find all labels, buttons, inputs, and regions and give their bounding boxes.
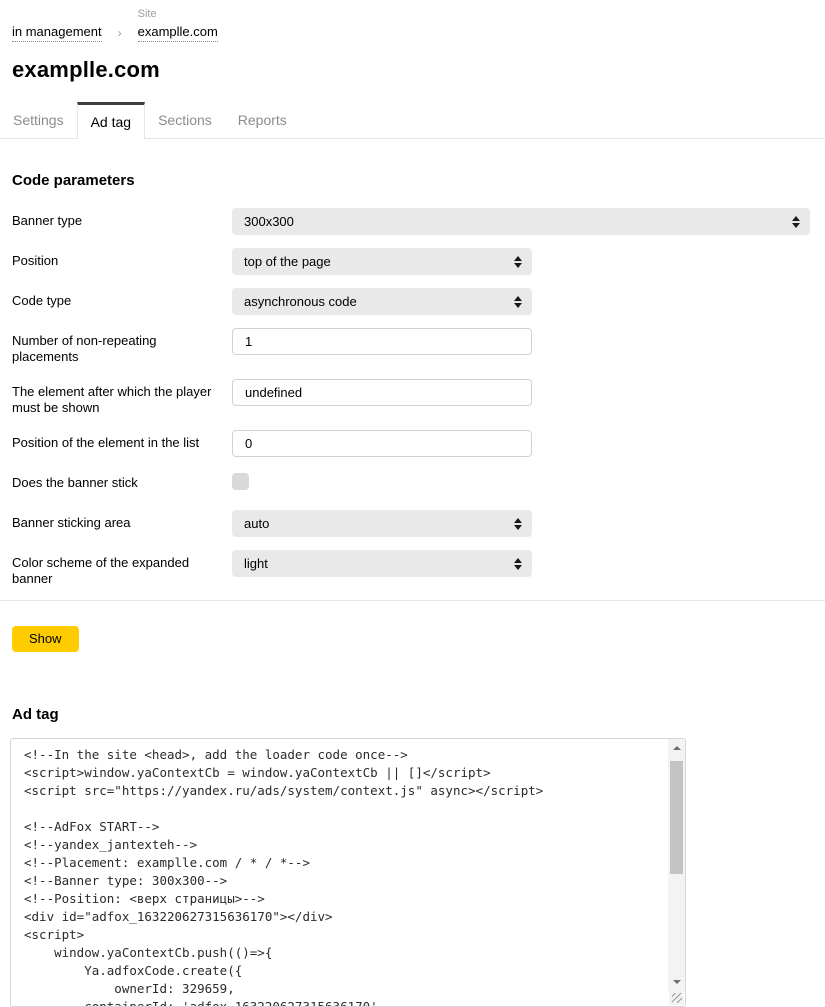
form-row-position: Position top of the page [12, 248, 810, 275]
sticking-area-value: auto [244, 516, 269, 531]
form-row-placements: Number of non-repeating placements [12, 328, 810, 365]
tab-reports[interactable]: Reports [225, 102, 300, 138]
position-label: Position [12, 248, 212, 269]
select-arrows-icon [514, 558, 522, 570]
code-type-label: Code type [12, 288, 212, 309]
form-row-banner-type: Banner type 300x300 [12, 208, 810, 235]
code-parameters-form: Banner type 300x300 Position top of the … [12, 208, 810, 587]
ad-tag-heading: Ad tag [12, 706, 810, 723]
breadcrumb-separator-icon: › [118, 26, 122, 40]
banner-stick-label: Does the banner stick [12, 470, 212, 491]
tab-sections[interactable]: Sections [145, 102, 225, 138]
form-row-sticking-area: Banner sticking area auto [12, 510, 810, 537]
placements-label: Number of non-repeating placements [12, 328, 212, 365]
scroll-down-icon[interactable] [673, 980, 681, 984]
code-type-select[interactable]: asynchronous code [232, 288, 532, 315]
textarea-resize-handle[interactable] [669, 990, 684, 1005]
element-after-label: The element after which the player must … [12, 379, 212, 416]
position-value: top of the page [244, 254, 331, 269]
show-button[interactable]: Show [12, 626, 79, 652]
banner-type-select[interactable]: 300x300 [232, 208, 810, 235]
form-row-banner-stick: Does the banner stick [12, 470, 810, 497]
select-arrows-icon [514, 256, 522, 268]
tab-bar: Settings Ad tag Sections Reports [0, 102, 825, 139]
scrollbar-thumb[interactable] [670, 761, 683, 874]
element-after-input[interactable] [232, 379, 532, 406]
sticking-area-select[interactable]: auto [232, 510, 532, 537]
code-vertical-scrollbar[interactable] [668, 739, 685, 991]
banner-type-label: Banner type [12, 208, 212, 229]
form-row-element-position: Position of the element in the list [12, 430, 810, 457]
breadcrumb-back-link[interactable]: in management [12, 24, 102, 42]
select-arrows-icon [514, 296, 522, 308]
sticking-area-label: Banner sticking area [12, 510, 212, 531]
select-arrows-icon [792, 216, 800, 228]
tab-settings[interactable]: Settings [0, 102, 77, 138]
banner-stick-checkbox[interactable] [232, 473, 249, 490]
code-type-value: asynchronous code [244, 294, 357, 309]
color-scheme-label: Color scheme of the expanded banner [12, 550, 212, 587]
section-divider [0, 600, 825, 601]
banner-type-value: 300x300 [244, 214, 294, 229]
breadcrumb: in management › Site examplle.com [12, 8, 810, 42]
select-arrows-icon [514, 518, 522, 530]
scroll-up-icon[interactable] [673, 746, 681, 750]
element-position-label: Position of the element in the list [12, 430, 212, 451]
placements-input[interactable] [232, 328, 532, 355]
page-header: in management › Site examplle.com exampl… [0, 0, 825, 83]
form-row-element-after: The element after which the player must … [12, 379, 810, 416]
breadcrumb-site-link[interactable]: examplle.com [138, 24, 218, 42]
position-select[interactable]: top of the page [232, 248, 532, 275]
color-scheme-select[interactable]: light [232, 550, 532, 577]
element-position-input[interactable] [232, 430, 532, 457]
code-parameters-heading: Code parameters [12, 172, 810, 189]
breadcrumb-site-caption: Site [138, 8, 218, 21]
tab-ad-tag[interactable]: Ad tag [77, 102, 145, 139]
form-row-color-scheme: Color scheme of the expanded banner ligh… [12, 550, 810, 587]
color-scheme-value: light [244, 556, 268, 571]
ad-tag-code-area[interactable]: <!--In the site <head>, add the loader c… [10, 738, 686, 1007]
form-row-code-type: Code type asynchronous code [12, 288, 810, 315]
page-title: examplle.com [12, 57, 810, 83]
ad-tag-code-text[interactable]: <!--In the site <head>, add the loader c… [11, 739, 685, 1006]
